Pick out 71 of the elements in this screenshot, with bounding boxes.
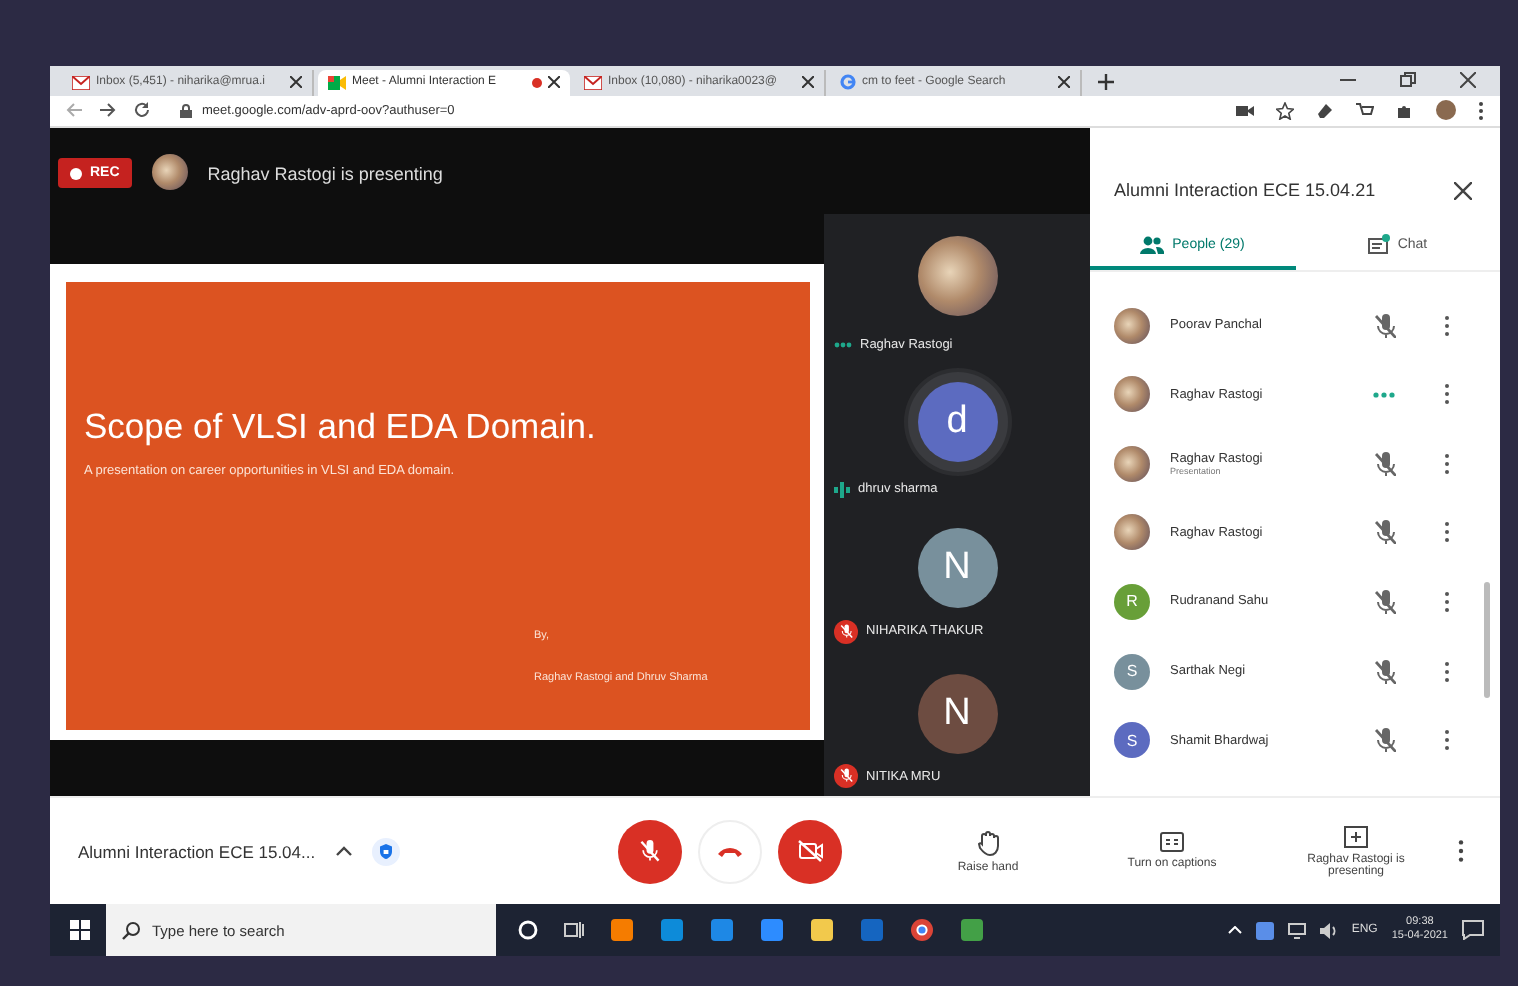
scrollbar-thumb[interactable] [1484,582,1490,699]
kebab-menu-icon[interactable] [1444,315,1450,336]
caret-up-icon[interactable] [335,846,352,857]
avatar-circle: S [1114,653,1150,690]
close-icon[interactable] [1058,76,1070,89]
cart-icon[interactable] [1356,101,1374,120]
avatar-photo [1114,376,1150,413]
chat-bubble-icon [1367,236,1388,255]
avatar-circle: N [917,527,997,608]
people-icon [1140,236,1165,255]
restore-icon[interactable] [1400,71,1416,88]
circle-icon[interactable] [518,920,538,940]
kebab-menu-icon[interactable] [1478,101,1484,120]
camera-off-icon [797,840,823,863]
slide-title: Scope of VLSI and EDA Domain. [84,406,598,449]
muted-mic-icon[interactable] [1372,313,1396,338]
close-icon[interactable] [290,76,302,89]
video-camera-icon[interactable] [1236,103,1254,118]
avatar-photo [151,154,188,191]
microphone-toggle-button[interactable] [618,819,682,884]
star-icon[interactable] [1276,101,1294,120]
muted-mic-icon[interactable] [1372,451,1396,476]
notification-icon[interactable] [1462,920,1484,940]
speaker-icon[interactable] [1319,921,1338,939]
close-icon[interactable] [802,76,814,89]
plus-box-icon [1344,825,1368,848]
kebab-menu-icon[interactable] [1444,453,1450,474]
plus-icon[interactable] [1098,73,1114,90]
muted-mic-icon[interactable] [1372,728,1396,753]
reload-icon[interactable] [134,102,150,119]
search-icon [122,921,140,939]
close-icon[interactable] [1460,71,1476,88]
close-icon[interactable] [1454,181,1472,200]
muted-mic-icon[interactable] [1372,589,1396,614]
avatar-photo [1114,514,1150,551]
muted-mic-icon[interactable] [1372,659,1396,684]
forward-arrow-icon[interactable] [100,102,116,119]
avatar-circle: R [1114,583,1150,620]
presenter-label: Raghav Rastogi is presenting [207,164,443,185]
lock-icon [180,103,192,118]
g-logo-icon [840,74,856,91]
profile-avatar[interactable] [1436,100,1456,121]
camera-toggle-button[interactable] [778,819,842,884]
hand-icon [977,829,999,856]
windows-logo-icon[interactable] [70,920,90,940]
avatar-circle: d [917,382,997,463]
hang-up-button[interactable] [698,819,762,884]
close-icon[interactable] [548,76,560,89]
avatar-photo [917,236,997,317]
muted-mic-icon [638,839,662,864]
captions-icon [1160,832,1184,853]
muted-mic-icon[interactable] [1372,520,1396,545]
camera-logo-icon [328,75,346,90]
kebab-menu-icon[interactable] [1444,384,1450,405]
kebab-menu-icon[interactable] [1458,840,1464,863]
avatar-photo [1114,445,1150,482]
panel-title: Alumni Interaction ECE 15.04.21 [1114,180,1376,201]
meeting-name: Alumni Interaction ECE 15.04... [78,841,316,862]
kebab-menu-icon[interactable] [1444,661,1450,682]
task-view-icon[interactable] [564,920,584,940]
kebab-menu-icon[interactable] [1444,591,1450,612]
kebab-menu-icon[interactable] [1444,730,1450,751]
tray-app-icon[interactable] [1255,921,1274,939]
avatar-circle: S [1114,722,1150,759]
avatar-circle: N [917,673,997,754]
kebab-menu-icon[interactable] [1444,522,1450,543]
envelope-icon [584,75,602,90]
shield-icon[interactable] [371,837,400,866]
phone-handset-icon [718,845,742,858]
envelope-icon [72,75,90,90]
avatar-photo [1114,307,1150,344]
